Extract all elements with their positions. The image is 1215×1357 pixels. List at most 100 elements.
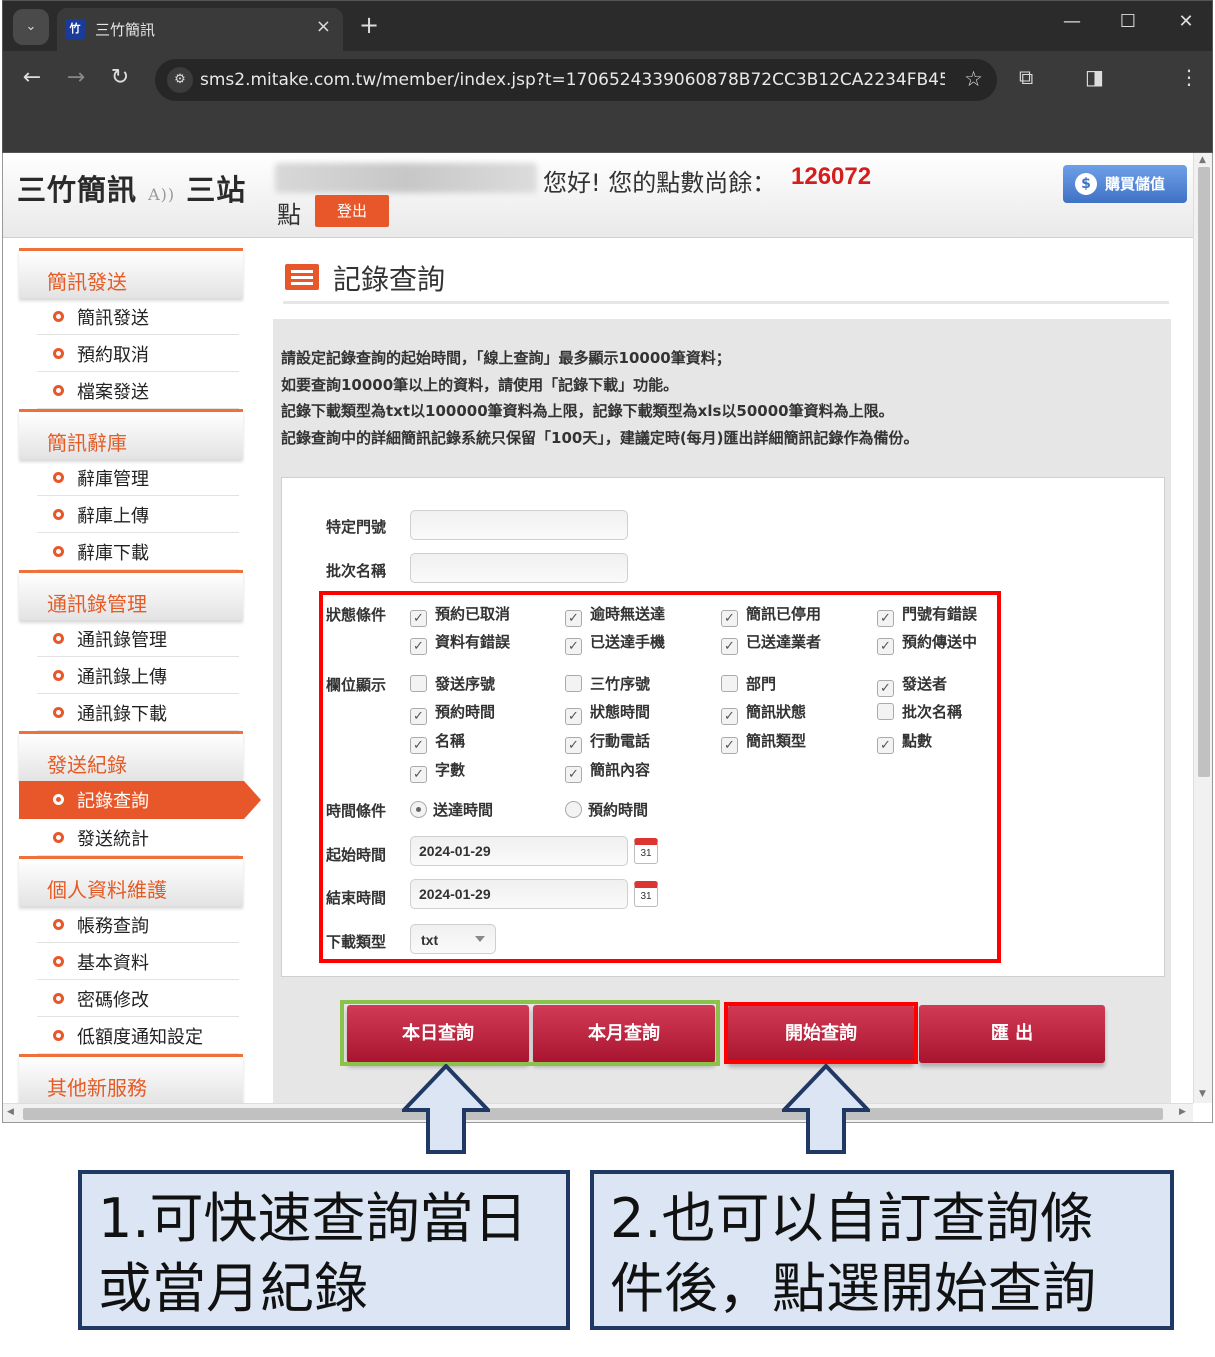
bullet-icon (53, 509, 64, 520)
minimize-icon[interactable]: — (1057, 11, 1087, 32)
sidebar-item-file-send[interactable]: 檔案發送 (37, 372, 239, 409)
specific-number-input[interactable] (410, 510, 628, 540)
bullet-icon (53, 956, 64, 967)
instruction-line: 如要查詢10000筆以上的資料，請使用「記錄下載」功能。 (281, 375, 679, 394)
sidebar-item-contacts-manage[interactable]: 通訊錄管理 (37, 620, 239, 657)
sidebar-item-phrasebook-manage[interactable]: 辭庫管理 (37, 459, 239, 496)
callout-line: 2.也可以自訂查詢條 (610, 1187, 1094, 1250)
sidebar-group-sms-send[interactable]: 簡訊發送 (19, 248, 243, 298)
browser-toolbar: ← → ↻ ⚙ sms2.mitake.com.tw/member/index.… (3, 51, 1212, 111)
specific-number-label: 特定門號 (326, 518, 387, 536)
horizontal-scrollbar[interactable]: ◀ ▶ (3, 1103, 1193, 1122)
sidebar-item-billing[interactable]: 帳務查詢 (37, 906, 239, 943)
site-favicon-icon: 竹 (65, 19, 85, 39)
bullet-icon (53, 707, 64, 718)
bullet-icon (53, 832, 64, 843)
browser-window: ⌄ 竹 三竹簡訊 × + — ☐ ✕ ← → ↻ ⚙ sms2.mitake.c… (2, 0, 1213, 153)
callout-line: 或當月紀錄 (98, 1257, 368, 1320)
logo-text: 三竹簡訊 (17, 173, 138, 207)
back-icon[interactable]: ← (17, 65, 47, 90)
scrollbar-thumb[interactable] (1198, 167, 1210, 777)
maximize-icon[interactable]: ☐ (1113, 11, 1143, 32)
window-close-icon[interactable]: ✕ (1171, 11, 1201, 32)
sidebar-item-phrasebook-download[interactable]: 辭庫下載 (37, 533, 239, 570)
sidebar-item-sms-send[interactable]: 簡訊發送 (37, 298, 239, 335)
bullet-icon (53, 794, 64, 805)
bullet-icon (53, 348, 64, 359)
url-text[interactable]: sms2.mitake.com.tw/member/index.jsp?t=17… (200, 70, 945, 90)
tab-strip: ⌄ 竹 三竹簡訊 × + — ☐ ✕ (3, 1, 1212, 51)
instruction-line: 記錄查詢中的詳細簡訊記錄系統只保留「100天」，建議定時(每月)匯出詳細簡訊記錄… (281, 428, 919, 447)
site-logo[interactable]: 三竹簡訊 A)) 三站 (17, 167, 246, 209)
site-info-icon[interactable]: ⚙ (167, 67, 193, 93)
up-arrow-icon (782, 1064, 870, 1154)
scroll-right-icon[interactable]: ▶ (1179, 1107, 1186, 1117)
logo-suffix: 三站 (186, 173, 247, 207)
sidebar-item-contacts-upload[interactable]: 通訊錄上傳 (37, 657, 239, 694)
sidebar-item-basic-info[interactable]: 基本資料 (37, 943, 239, 980)
browser-menu-icon[interactable]: ⋮ (1179, 65, 1199, 89)
scroll-left-icon[interactable]: ◀ (7, 1107, 14, 1117)
tab-search-icon[interactable]: ⌄ (13, 9, 49, 45)
sidebar: 簡訊發送 簡訊發送 預約取消 檔案發送 簡訊辭庫 辭庫管理 辭庫上傳 辭庫下載 … (19, 248, 265, 1104)
scroll-down-icon[interactable]: ▼ (1199, 1089, 1206, 1099)
reload-icon[interactable]: ↻ (105, 65, 135, 90)
title-divider (283, 301, 1169, 304)
scrollbar-thumb[interactable] (23, 1108, 1163, 1120)
buy-credits-label: 購買儲值 (1105, 175, 1166, 193)
redacted-account-name (275, 163, 537, 193)
buy-credits-button[interactable]: $ 購買儲值 (1063, 165, 1187, 203)
instruction-line: 請設定記錄查詢的起始時間，「線上查詢」最多顯示10000筆資料； (281, 349, 731, 367)
bullet-icon (53, 311, 64, 322)
vertical-scrollbar[interactable]: ▲ ▼ (1193, 153, 1212, 1103)
batch-name-label: 批次名稱 (326, 562, 387, 580)
sidebar-group-other-services[interactable]: 其他新服務 (19, 1054, 243, 1104)
bookmark-star-icon[interactable]: ☆ (964, 67, 983, 91)
points-unit: 點 (277, 201, 301, 229)
sidebar-item-contacts-download[interactable]: 通訊錄下載 (37, 694, 239, 731)
points-balance: 126072 (791, 163, 872, 190)
batch-name-input[interactable] (410, 553, 628, 583)
sidebar-item-cancel-schedule[interactable]: 預約取消 (37, 335, 239, 372)
bullet-icon (53, 993, 64, 1004)
scroll-up-icon[interactable]: ▲ (1199, 155, 1206, 165)
instructions: 請設定記錄查詢的起始時間，「線上查詢」最多顯示10000筆資料； 如要查詢100… (281, 345, 919, 451)
bullet-icon (53, 385, 64, 396)
sidebar-group-profile[interactable]: 個人資料維護 (19, 856, 243, 906)
sidebar-item-record-query[interactable]: 記錄查詢 (19, 781, 261, 819)
logout-button[interactable]: 登出 (315, 195, 389, 227)
coin-icon: $ (1075, 173, 1097, 195)
tab-title: 三竹簡訊 (95, 21, 156, 39)
sidebar-group-phrasebook[interactable]: 簡訊辭庫 (19, 409, 243, 459)
sidebar-item-phrasebook-upload[interactable]: 辭庫上傳 (37, 496, 239, 533)
extensions-icon[interactable]: ⧉ (1019, 65, 1033, 89)
forward-icon[interactable]: → (61, 65, 91, 90)
sidebar-group-contacts[interactable]: 通訊錄管理 (19, 570, 243, 620)
tab-close-icon[interactable]: × (316, 16, 331, 37)
sidebar-group-send-records[interactable]: 發送紀錄 (19, 731, 243, 781)
site-header: 三竹簡訊 A)) 三站 您好! 您的點數尚餘： 126072 點 登出 $ 購買… (3, 153, 1193, 238)
list-icon (285, 264, 319, 290)
browser-tab[interactable]: 竹 三竹簡訊 × (57, 8, 343, 51)
new-tab-icon[interactable]: + (359, 11, 379, 39)
sidebar-item-password[interactable]: 密碼修改 (37, 980, 239, 1017)
bullet-icon (53, 633, 64, 644)
callout-custom-query: 2.也可以自訂查詢條 件後，點選開始查詢 (590, 1170, 1174, 1330)
export-button[interactable]: 匯 出 (919, 1005, 1105, 1063)
callout-line: 件後，點選開始查詢 (610, 1257, 1096, 1320)
callout-line: 1.可快速查詢當日 (98, 1187, 528, 1250)
bullet-icon (53, 919, 64, 930)
sidebar-item-send-stats[interactable]: 發送統計 (37, 819, 239, 856)
callout-quick-query: 1.可快速查詢當日 或當月紀錄 (78, 1170, 570, 1330)
instruction-line: 記錄下載類型為txt以100000筆資料為上限，記錄下載類型為xls以50000… (281, 402, 894, 420)
bullet-icon (53, 472, 64, 483)
page-title: 記錄查詢 (333, 263, 446, 296)
greeting-text: 您好! 您的點數尚餘： (543, 169, 777, 197)
signal-icon: A)) (148, 185, 176, 204)
up-arrow-icon (402, 1064, 490, 1154)
bullet-icon (53, 546, 64, 557)
side-panel-icon[interactable]: ◨ (1085, 65, 1104, 89)
sidebar-item-low-balance-alert[interactable]: 低額度通知設定 (37, 1017, 239, 1054)
address-bar[interactable]: ⚙ sms2.mitake.com.tw/member/index.jsp?t=… (155, 59, 997, 101)
page-viewport: 三竹簡訊 A)) 三站 您好! 您的點數尚餘： 126072 點 登出 $ 購買… (2, 153, 1213, 1123)
